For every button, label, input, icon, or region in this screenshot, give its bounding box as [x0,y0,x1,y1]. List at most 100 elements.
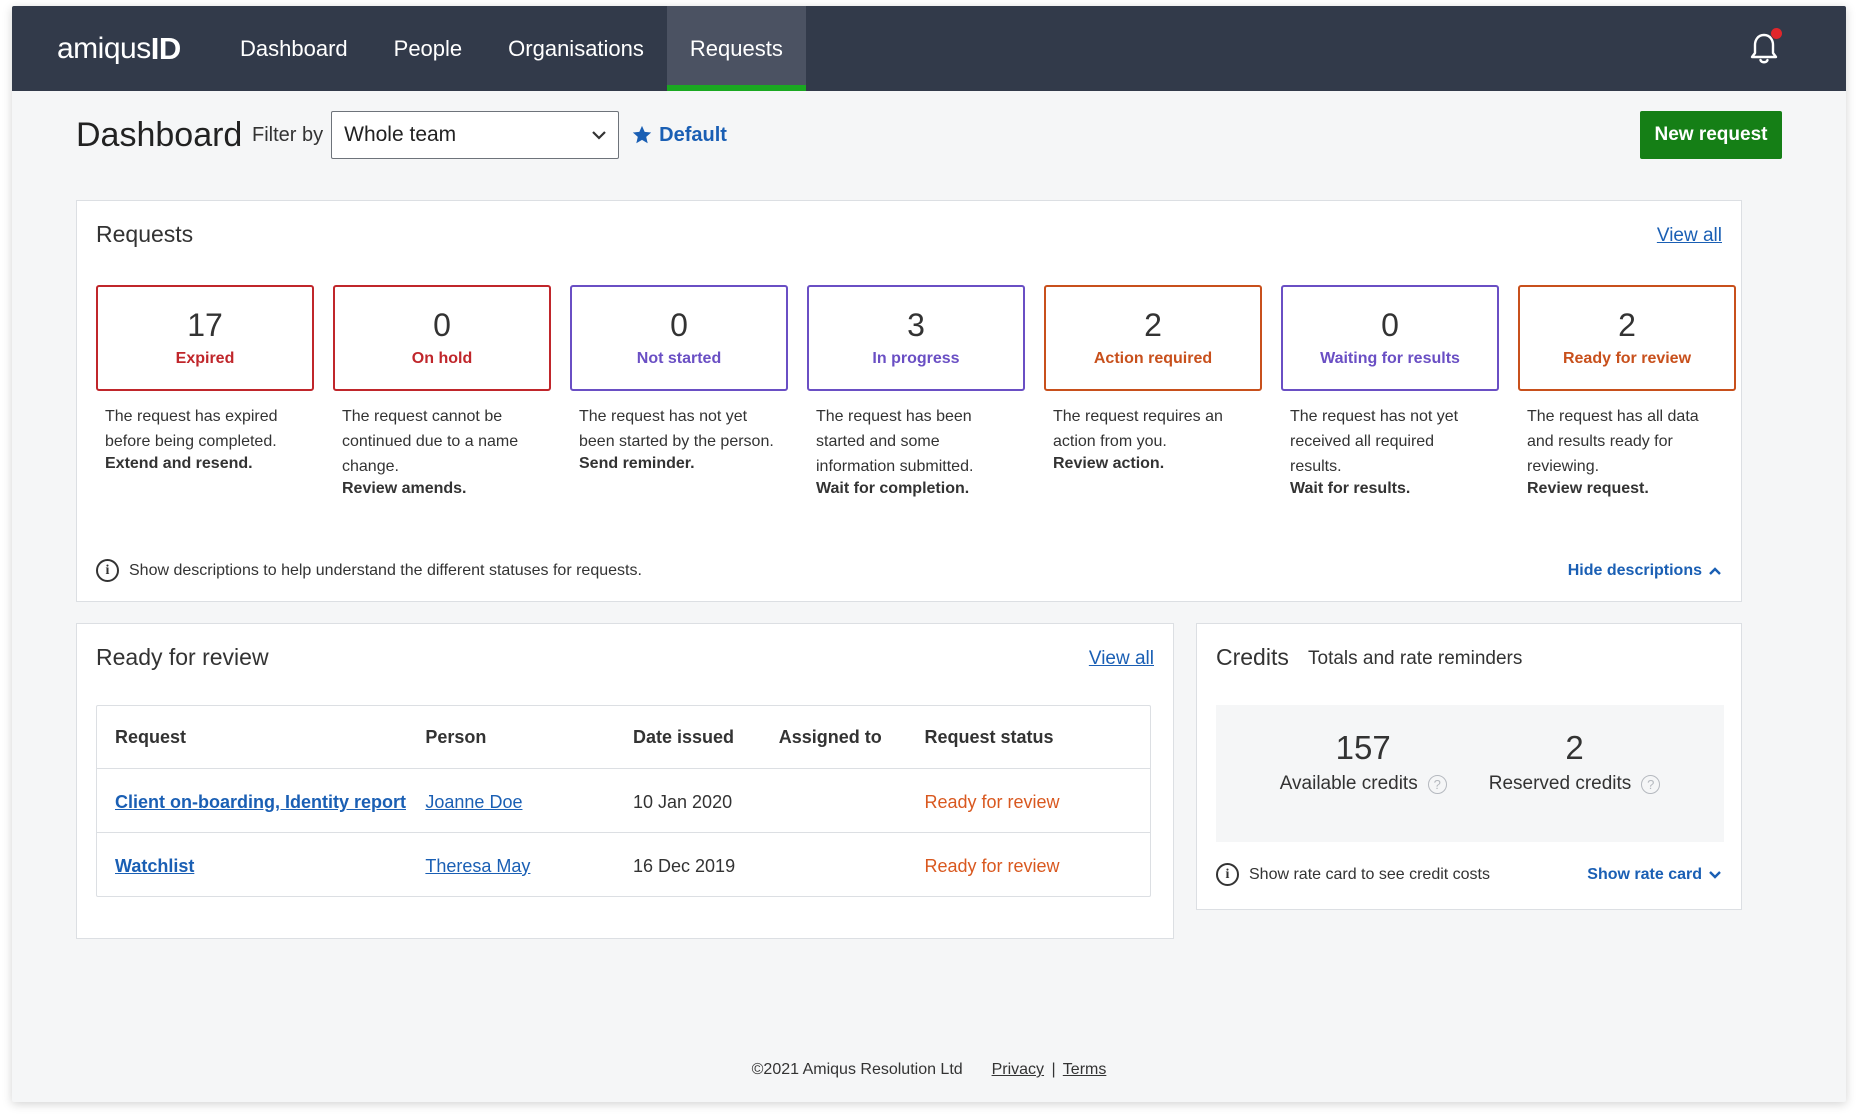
status-card-waiting-for-results[interactable]: 0 Waiting for results [1281,285,1499,391]
status-column-ready-for-review: 2 Ready for review The request has all dat… [1518,285,1736,498]
status-card-action-required[interactable]: 2 Action required [1044,285,1262,391]
status-action: Review amends. [342,480,467,497]
status-description: The request has not yet received all req… [1290,408,1459,475]
status-column-expired: 17 Expired The request has expired before … [96,285,314,498]
status-label: Expired [175,349,235,367]
status-card-in-progress[interactable]: 3 In progress [807,285,1025,391]
status-label: On hold [411,349,473,367]
ready-for-review-panel: Ready for review View all Request Person… [76,623,1174,939]
nav-menu: Dashboard People Organisations Requests [217,6,806,91]
requests-panel-title: Requests [96,221,194,247]
notifications-button[interactable] [1746,28,1786,70]
status-count: 2 [1144,307,1162,344]
request-status-cell: Ready for review [924,792,1060,812]
status-count: 3 [907,307,925,344]
descriptions-info: i Show descriptions to help understand t… [96,559,642,582]
assigned-to-cell [761,789,907,815]
nav-item-dashboard[interactable]: Dashboard [217,6,371,91]
status-column-in-progress: 3 In progress The request has been started… [807,285,1025,498]
new-request-button[interactable]: New request [1640,111,1782,159]
request-link[interactable]: Client on-boarding, Identity report [115,792,406,812]
status-description: The request has not yet been started by … [579,408,774,450]
team-filter-select[interactable]: Whole team [331,111,620,159]
requests-view-all-link[interactable]: View all [1657,225,1722,247]
reserved-credits-label: Reserved credits [1488,773,1632,794]
table-header-row: Request Person Date issued Assigned to R… [97,706,1150,768]
status-column-not-started: 0 Not started The request has not yet been… [570,285,788,498]
assigned-to-cell [761,853,907,879]
column-header-person: Person [425,726,487,747]
available-credits-value: 157 [1335,729,1391,766]
table-row: Client on-boarding, Identity report Joan… [97,768,1150,832]
status-description: The request cannot be continued due to a… [342,408,519,475]
reserved-credits: 2 Reserved credits ? [1489,705,1661,842]
nav-item-people[interactable]: People [371,6,486,91]
reserved-credits-value: 2 [1565,729,1584,766]
credits-panel: Credits Totals and rate reminders 157 Av… [1196,623,1742,910]
logo-id-text: ID [150,30,182,66]
status-card-expired[interactable]: 17 Expired [96,285,314,391]
status-column-on-hold: 0 On hold The request cannot be continued … [333,285,551,498]
requests-panel: Requests View all 17 Expired The request h… [76,200,1742,602]
person-link[interactable]: Theresa May [425,856,530,876]
filter-label: Filter by [252,123,324,146]
team-filter-value: Whole team [344,123,457,146]
review-table: Request Person Date issued Assigned to R… [96,705,1151,897]
credits-subtitle: Totals and rate reminders [1308,648,1523,669]
amiqus-logo[interactable]: amiqus ID [12,6,217,91]
status-card-ready-for-review[interactable]: 2 Ready for review [1518,285,1736,391]
show-rate-card-label: Show rate card [1587,866,1702,883]
nav-item-requests[interactable]: Requests [666,6,806,91]
status-cards-row: 17 Expired The request has expired before … [96,285,1736,498]
status-label: Action required [1093,349,1213,367]
status-count: 0 [1381,307,1399,344]
status-label: Not started [636,349,722,367]
status-count: 17 [187,307,223,344]
status-description: The request has all data and results rea… [1527,408,1699,475]
terms-link[interactable]: Terms [1063,1061,1107,1078]
hide-descriptions-label: Hide descriptions [1567,562,1702,579]
available-credits: 157 Available credits ? [1280,705,1447,842]
status-count: 2 [1618,307,1636,344]
notification-badge-dot [1771,28,1782,39]
set-default-button[interactable]: Default [631,124,727,147]
status-count: 0 [433,307,451,344]
status-action: Send reminder. [579,455,695,472]
info-icon: i [1216,863,1239,886]
top-nav: amiqus ID Dashboard People Organisations … [12,6,1846,91]
status-card-not-started[interactable]: 0 Not started [570,285,788,391]
person-link[interactable]: Joanne Doe [425,792,522,812]
status-card-on-hold[interactable]: 0 On hold [333,285,551,391]
page-title: Dashboard [76,115,243,154]
rate-card-info-text: Show rate card to see credit costs [1249,865,1490,883]
hide-descriptions-toggle[interactable]: Hide descriptions [1568,562,1722,580]
copyright-text: ©2021 Amiqus Resolution Ltd [751,1061,963,1078]
review-panel-title: Ready for review [96,644,269,670]
chevron-down-icon [1709,871,1721,879]
column-header-request-status: Request status [924,726,1054,747]
status-column-waiting-for-results: 0 Waiting for results The request has not … [1281,285,1499,498]
privacy-link[interactable]: Privacy [992,1061,1044,1078]
available-credits-label: Available credits [1279,773,1418,794]
show-rate-card-toggle[interactable]: Show rate card [1587,866,1722,884]
status-label: Ready for review [1562,349,1692,367]
status-count: 0 [670,307,688,344]
footer-separator: | [1051,1061,1056,1078]
default-label: Default [659,123,727,146]
help-icon[interactable]: ? [1427,774,1447,794]
help-icon[interactable]: ? [1641,774,1661,794]
status-action: Review action. [1053,455,1165,472]
request-link[interactable]: Watchlist [115,856,194,876]
review-view-all-link[interactable]: View all [1089,648,1154,670]
star-icon [632,125,652,144]
column-header-date-issued: Date issued [633,726,735,747]
request-status-cell: Ready for review [924,856,1060,876]
chevron-down-icon [592,131,606,140]
nav-item-organisations[interactable]: Organisations [485,6,667,91]
column-header-assigned-to: Assigned to [778,726,882,747]
info-icon: i [96,559,119,582]
date-issued-cell: 10 Jan 2020 [633,792,733,812]
status-action: Wait for results. [1290,480,1411,497]
status-action: Extend and resend. [105,455,253,472]
descriptions-info-text: Show descriptions to help understand the… [129,561,642,579]
